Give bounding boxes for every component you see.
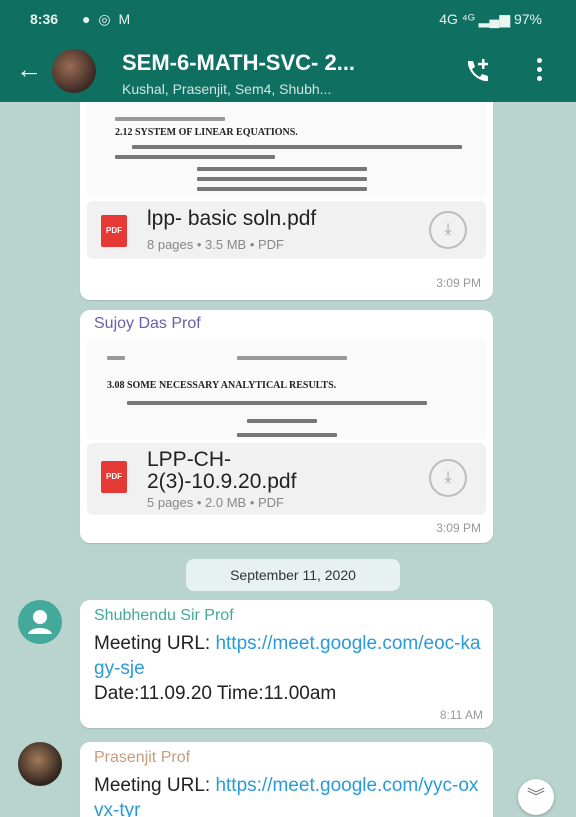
file-row[interactable]: PDF lpp- basic soln.pdf 8 pages • 3.5 MB… (87, 201, 486, 259)
chat-area[interactable]: 2.12 SYSTEM OF LINEAR EQUATIONS. PDF lpp… (0, 102, 576, 817)
instagram-icon: ◎ (98, 11, 113, 27)
meeting-date-time: Date:11.09.20 Time:11.00am (94, 683, 337, 704)
chat-header: ← SEM-6-MATH-SVC- 2... Kushal, Prasenjit… (0, 40, 576, 102)
message-text: Meeting URL: https://meet.google.com/yyc… (94, 773, 486, 817)
file-meta: 8 pages • 3.5 MB • PDF (147, 237, 284, 252)
file-name: LPP-CH-2(3)-10.9.20.pdf (147, 448, 297, 493)
file-row[interactable]: PDF LPP-CH-2(3)-10.9.20.pdf 5 pages • 2.… (87, 443, 486, 515)
message-bubble[interactable]: Prasenjit Prof Meeting URL: https://meet… (80, 742, 493, 817)
back-arrow-icon[interactable]: ← (16, 56, 42, 82)
preview-heading: 3.08 SOME NECESSARY ANALYTICAL RESULTS. (107, 380, 337, 391)
download-icon[interactable]: ⤓ (429, 459, 467, 497)
file-name: lpp- basic soln.pdf (147, 207, 317, 230)
status-right: 4G ⁴ᴳ ▂▄▆ 97% (439, 11, 542, 27)
message-bubble[interactable]: Sujoy Das Prof 3.08 SOME NECESSARY ANALY… (80, 310, 493, 543)
pdf-preview[interactable]: 3.08 SOME NECESSARY ANALYTICAL RESULTS. (87, 339, 486, 439)
person-icon (28, 610, 52, 634)
group-avatar[interactable] (52, 49, 96, 93)
sender-avatar[interactable] (18, 600, 62, 644)
file-meta: 5 pages • 2.0 MB • PDF (147, 495, 284, 510)
more-options-icon[interactable] (537, 58, 543, 85)
gmail-icon: M (118, 11, 133, 27)
whatsapp-icon: ● (82, 11, 93, 27)
message-text: Meeting URL: https://meet.google.com/eoc… (94, 631, 486, 706)
date-divider: September 11, 2020 (186, 559, 400, 591)
sender-avatar[interactable] (18, 742, 62, 786)
pdf-file-icon: PDF (101, 215, 127, 247)
message-bubble[interactable]: 2.12 SYSTEM OF LINEAR EQUATIONS. PDF lpp… (80, 102, 493, 300)
meeting-url-label: Meeting URL: (94, 633, 216, 654)
group-members[interactable]: Kushal, Prasenjit, Sem4, Shubh... (122, 81, 331, 97)
add-call-icon[interactable] (462, 56, 492, 86)
pdf-file-icon: PDF (101, 461, 127, 493)
notification-icons: ● ◎ M (82, 11, 132, 28)
preview-heading: 2.12 SYSTEM OF LINEAR EQUATIONS. (115, 127, 298, 138)
status-bar: 8:36 ● ◎ M 4G ⁴ᴳ ▂▄▆ 97% (0, 0, 576, 40)
meeting-url-label: Meeting URL: (94, 775, 216, 796)
message-time: 3:09 PM (436, 521, 481, 535)
group-title[interactable]: SEM-6-MATH-SVC- 2... (122, 50, 355, 76)
sender-name[interactable]: Prasenjit Prof (94, 749, 190, 767)
sender-name[interactable]: Sujoy Das Prof (94, 315, 201, 333)
status-time: 8:36 (30, 11, 59, 27)
message-bubble[interactable]: Shubhendu Sir Prof Meeting URL: https://… (80, 600, 493, 728)
message-time: 3:09 PM (436, 276, 481, 290)
sender-name[interactable]: Shubhendu Sir Prof (94, 607, 234, 625)
message-time: 8:11 AM (439, 708, 483, 722)
download-icon[interactable]: ⤓ (429, 211, 467, 249)
scroll-to-bottom-icon[interactable]: ︾ (518, 779, 554, 815)
pdf-preview[interactable]: 2.12 SYSTEM OF LINEAR EQUATIONS. (87, 102, 486, 197)
